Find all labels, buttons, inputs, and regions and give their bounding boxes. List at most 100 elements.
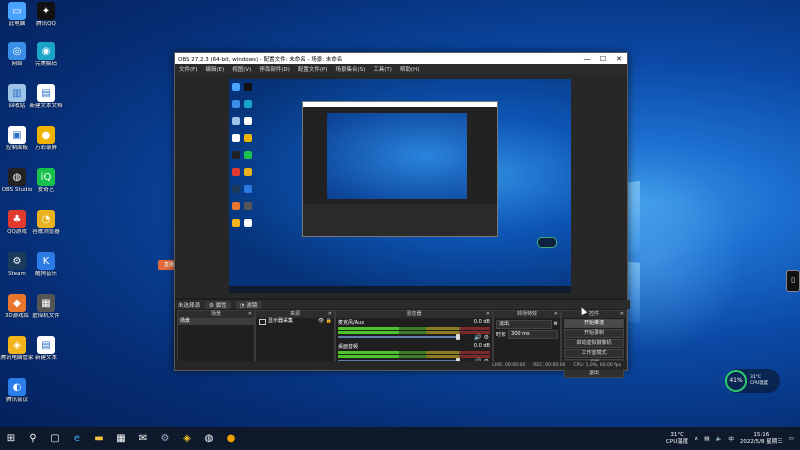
duration-input[interactable]: 300 ms xyxy=(508,329,558,339)
weather-widget[interactable]: 31°C CPU温度 xyxy=(666,432,688,446)
menu-docks[interactable]: 停靠部件(D) xyxy=(259,65,290,73)
properties-button[interactable]: ⚙ 属性 xyxy=(205,300,231,309)
track-name: 麦克风/Aux xyxy=(338,320,365,326)
menu-file[interactable]: 文件(F) xyxy=(179,65,197,73)
desktop-icon[interactable]: ◉ 完美解码 xyxy=(28,42,64,67)
clock[interactable]: 15:16 2022/5/8 星期三 xyxy=(740,432,783,446)
desktop-icon[interactable]: ▤ 新建文本文档 xyxy=(28,84,64,109)
desktop-icon[interactable]: ✦ 腾讯QQ xyxy=(28,2,64,27)
menu-profile[interactable]: 配置文件(P) xyxy=(298,65,328,73)
preview-widget xyxy=(537,237,557,248)
close-button[interactable]: ✕ xyxy=(611,55,627,63)
network-icon: ◎ xyxy=(8,42,26,60)
desktop-icon-label: 爱奇艺 xyxy=(37,187,55,193)
notification-icon[interactable]: ▭ xyxy=(789,436,794,442)
qq-icon: ✦ xyxy=(37,2,55,20)
preview-desktop-icon xyxy=(232,168,240,176)
volume-meter xyxy=(338,331,490,334)
virtual-camera-button[interactable]: 启动虚拟摄像机 xyxy=(564,339,624,348)
recorder-taskbar-icon[interactable]: ● xyxy=(222,430,240,448)
edge-icon[interactable]: e xyxy=(68,430,86,448)
monitor-icon xyxy=(259,318,266,325)
qq-taskbar-icon[interactable]: ◈ xyxy=(178,430,196,448)
desktop-icon-label: 酷狗音乐 xyxy=(34,271,57,277)
start-icon[interactable]: ⊞ xyxy=(2,430,20,448)
menu-scene-collection[interactable]: 场景集合(S) xyxy=(335,65,365,73)
store-icon[interactable]: ▦ xyxy=(112,430,130,448)
obs-window[interactable]: OBS 27.2.3 (64-bit, windows) - 配置文件: 未命名… xyxy=(174,52,630,378)
desktop-icon[interactable]: ▤ 新建文本 xyxy=(28,336,64,361)
desktop-icon[interactable]: iQ 爱奇艺 xyxy=(28,168,64,193)
track-level: 0.0 dB xyxy=(473,319,490,325)
source-toolbar: 未选择源 ⚙ 属性 ◔ 滤镜 xyxy=(175,300,630,309)
text-file-icon: ▤ xyxy=(37,84,55,102)
file-explorer-icon[interactable]: ▬ xyxy=(90,430,108,448)
exit-button[interactable]: 退出 xyxy=(564,369,624,378)
dock-close-icon[interactable]: ✕ xyxy=(554,311,558,318)
pc-icon: ▭ xyxy=(8,2,26,20)
mail-icon[interactable]: ✉ xyxy=(134,430,152,448)
rec-status: REC: 00:00:00 xyxy=(533,363,566,368)
transition-select[interactable]: 淡出 xyxy=(496,319,552,329)
desktop-icon[interactable]: ▦ 虚拟机文件 xyxy=(28,294,64,319)
desktop-icon-label: 腾讯会议 xyxy=(5,397,28,403)
obs-menubar: 文件(F) 编辑(E) 视图(V) 停靠部件(D) 配置文件(P) 场景集合(S… xyxy=(175,64,627,74)
menu-view[interactable]: 视图(V) xyxy=(232,65,251,73)
obs-preview[interactable] xyxy=(175,74,627,298)
desktop-icon[interactable]: ● 万彩录屏 xyxy=(28,126,64,151)
studio-mode-button[interactable]: 工作室模式 xyxy=(564,349,624,358)
desktop-icon-label: 虚拟机文件 xyxy=(32,313,60,319)
scene-item[interactable]: 场景 xyxy=(178,318,254,325)
network-tray-icon[interactable]: ▤ xyxy=(704,436,709,442)
dock-close-icon[interactable]: ✕ xyxy=(248,311,252,318)
tray-up-icon[interactable]: ∧ xyxy=(694,436,698,442)
nested-preview xyxy=(327,113,467,199)
obs-taskbar-icon[interactable]: ◍ xyxy=(200,430,218,448)
menu-edit[interactable]: 编辑(E) xyxy=(205,65,224,73)
phone-icon[interactable]: ▯ xyxy=(786,270,800,292)
desktop-icon[interactable]: K 酷狗音乐 xyxy=(28,252,64,277)
desktop-icon-label: 完美解码 xyxy=(34,61,57,67)
nested-obs-window xyxy=(302,101,498,237)
maximize-button[interactable]: ☐ xyxy=(595,55,611,63)
dock-close-icon[interactable]: ✕ xyxy=(620,311,624,318)
obs-icon: ◍ xyxy=(8,168,26,186)
preview-desktop-icon xyxy=(244,151,252,159)
transition-settings-icon[interactable]: ⚙ xyxy=(554,321,558,327)
qq-game-icon: ♣ xyxy=(8,210,26,228)
live-status: LIVE: 00:00:00 xyxy=(492,363,526,368)
visibility-lock-icons[interactable]: 👁 🔒 xyxy=(318,318,332,325)
menu-tools[interactable]: 工具(T) xyxy=(373,65,392,73)
preview-desktop-icon xyxy=(232,117,240,125)
filters-label: 滤镜 xyxy=(246,302,258,309)
dock-close-icon[interactable]: ✕ xyxy=(486,311,490,318)
task-view-icon[interactable]: ▢ xyxy=(46,430,64,448)
preview-desktop-icon xyxy=(244,100,252,108)
start-recording-button[interactable]: 开始录制 xyxy=(564,329,624,338)
source-item[interactable]: 显示器采集 👁 🔒 xyxy=(256,318,334,325)
dock-close-icon[interactable]: ✕ xyxy=(328,311,332,318)
start-streaming-button[interactable]: 开始推流 xyxy=(564,319,624,328)
obs-titlebar[interactable]: OBS 27.2.3 (64-bit, windows) - 配置文件: 未命名… xyxy=(175,53,627,64)
cpu-temp-widget[interactable]: 41% 31°C CPU温度 xyxy=(725,369,780,393)
steam-icon: ⚙ xyxy=(8,252,26,270)
desktop-icon[interactable]: ◔ 谷歌浏览器 xyxy=(28,210,64,235)
volume-slider[interactable] xyxy=(338,334,460,340)
volume-meter xyxy=(338,355,490,358)
preview-desktop-icon xyxy=(232,151,240,159)
obs-statusbar: LIVE: 00:00:00 REC: 00:00:00 CPU: 1.0%, … xyxy=(175,361,627,370)
search-icon[interactable]: ⚲ xyxy=(24,430,42,448)
menu-help[interactable]: 帮助(H) xyxy=(400,65,419,73)
speaker-gear-icons[interactable]: 🔊 ⚙ xyxy=(474,334,489,341)
steam-taskbar-icon[interactable]: ⚙ xyxy=(156,430,174,448)
vm-file-icon: ▦ xyxy=(37,294,55,312)
cpu-temp-label: CPU温度 xyxy=(750,381,769,386)
desktop-icon[interactable]: ◐ 腾讯会议 xyxy=(0,378,35,403)
minimize-button[interactable]: — xyxy=(579,55,595,63)
sources-header: 来源 ✕ xyxy=(256,311,334,318)
ime-icon[interactable]: 中 xyxy=(728,435,734,443)
desktop-icon-label: 新建文本文档 xyxy=(29,103,63,109)
volume-tray-icon[interactable]: 🔈 xyxy=(715,436,722,442)
iqiyi-icon: iQ xyxy=(37,168,55,186)
filters-button[interactable]: ◔ 滤镜 xyxy=(235,300,262,309)
